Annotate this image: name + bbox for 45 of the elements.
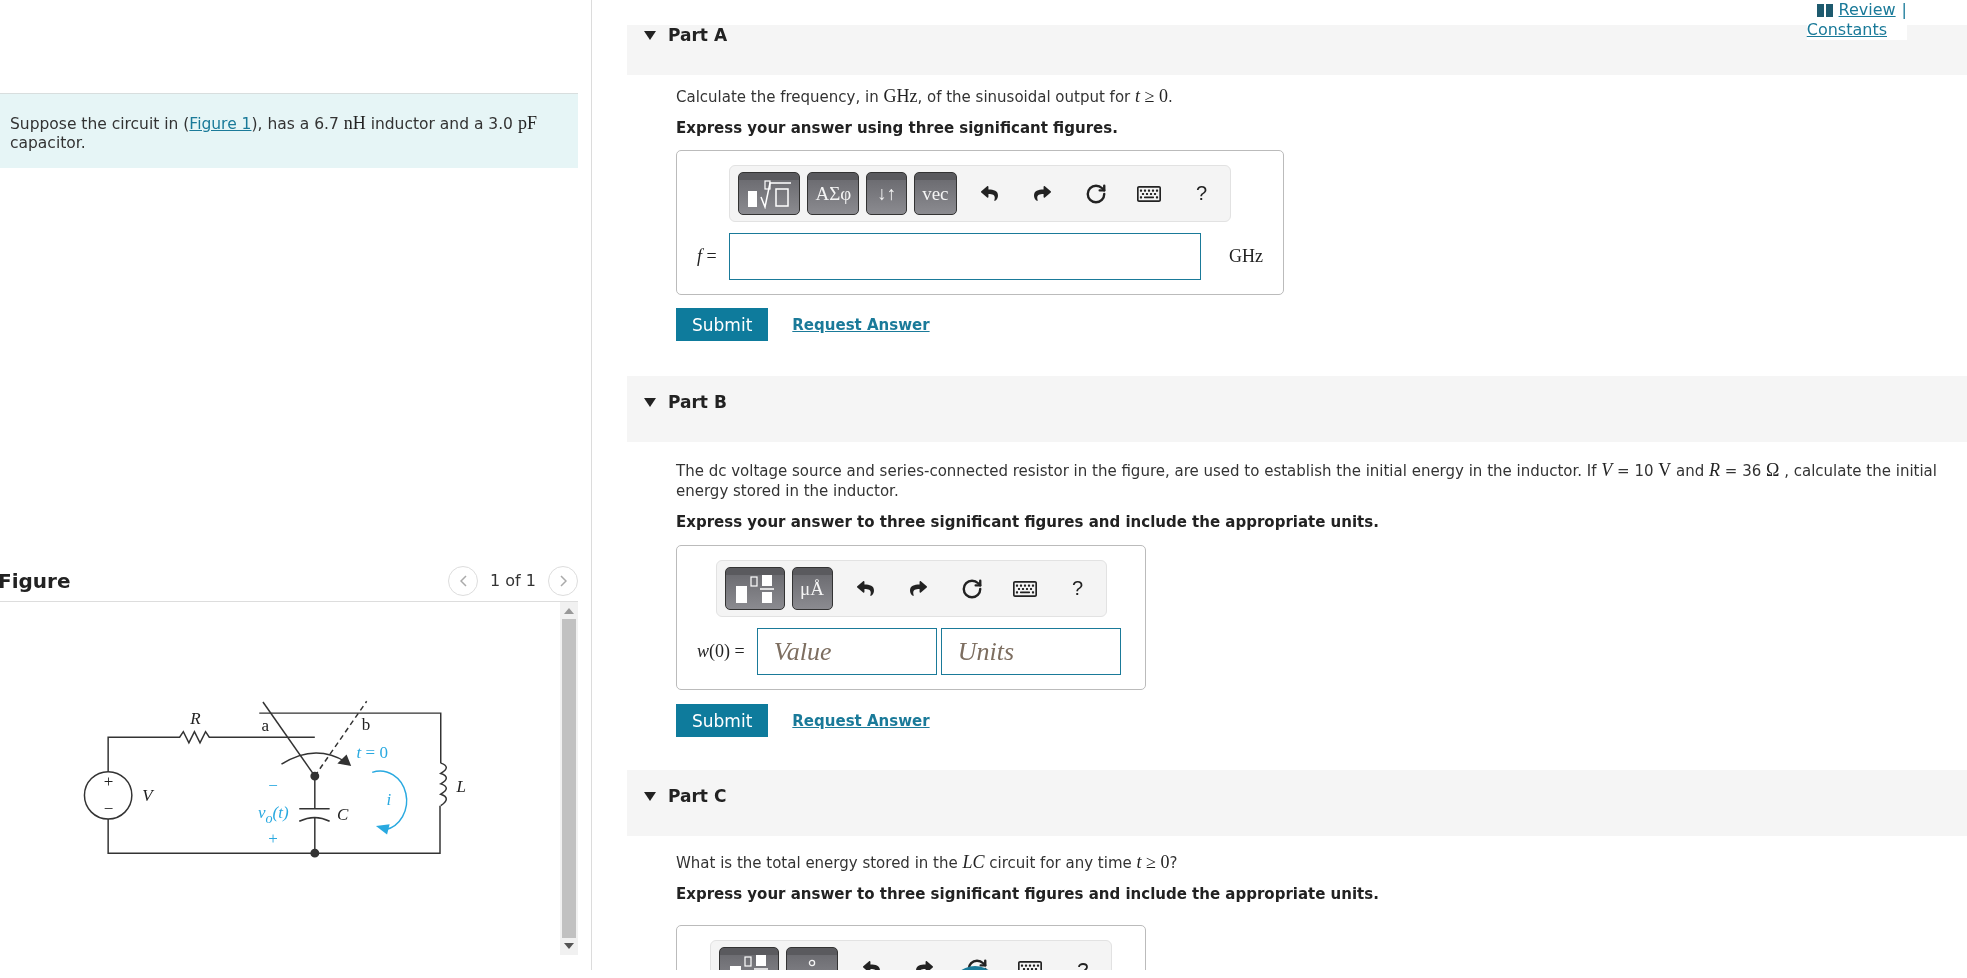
- instruction-text: Express your answer using three significant figures.: [676, 118, 1118, 139]
- unit-label: GHz: [1229, 246, 1263, 267]
- palette-button[interactable]: vec: [914, 172, 957, 215]
- question-text: Calculate the frequency, in GHz, of the sinusoidal output for t ≥ 0.: [676, 86, 1173, 107]
- instruction-text: Express your answer to three significant figures and include the appropriate units.: [676, 884, 1379, 905]
- circuit-label: +: [103, 771, 114, 792]
- part-title: Part C: [668, 786, 727, 806]
- part-header[interactable]: Part C: [627, 770, 1967, 836]
- circuit-label: i: [386, 790, 392, 811]
- part-header[interactable]: Part B: [627, 376, 1967, 442]
- figure-title: Figure: [0, 568, 71, 593]
- variable-label: w(0) =: [697, 641, 745, 662]
- problem-text: Suppose the circuit in (Figure 1), has a 6.7 nH inductor and a 3.0 pF capacitor.: [10, 114, 538, 153]
- request-answer-link[interactable]: Request Answer: [792, 315, 930, 334]
- answer-field[interactable]: Value: [756, 628, 937, 675]
- part-title: Part A: [668, 25, 728, 45]
- part-title: Part B: [668, 392, 727, 412]
- instruction-text: Express your answer to three significant figures and include the appropriate units.: [676, 512, 1379, 533]
- circuit-label: b: [361, 714, 371, 735]
- palette-button[interactable]: ΑΣφ: [807, 172, 860, 215]
- palette-button[interactable]: μÅ: [791, 567, 833, 610]
- submit-button[interactable]: Submit: [676, 704, 769, 737]
- question-text: The dc voltage source and series-connected resistor in the figure, are used to establish the initial energy in the inductor. If V = 10 V and R = 36 Ω , calculate the initial energy stored in the inductor.: [676, 460, 1938, 501]
- circuit-label: R: [190, 708, 201, 729]
- circuit-label: +: [268, 829, 278, 850]
- circuit-label: V: [142, 786, 153, 807]
- palette-button[interactable]: ↓↑: [866, 172, 908, 215]
- circuit-label: a: [261, 716, 269, 737]
- circuit-label: −: [103, 799, 114, 820]
- circuit-label: L: [456, 777, 466, 798]
- circuit-label: −: [268, 776, 278, 797]
- circuit-label: v$_{o}$(t): [258, 803, 289, 827]
- figure-link[interactable]: Figure 1: [189, 115, 252, 133]
- circuit-label: C: [336, 805, 349, 825]
- circuit-label: t = 0: [356, 743, 388, 764]
- question-text: What is the total energy stored in the LC circuit for any time t ≥ 0?: [676, 852, 1178, 873]
- review-link[interactable]: Review: [1838, 0, 1896, 20]
- units-field[interactable]: Units: [940, 628, 1121, 675]
- submit-button[interactable]: Submit: [676, 308, 769, 341]
- help-button[interactable]: ?: [1181, 173, 1222, 214]
- request-answer-link[interactable]: Request Answer: [792, 711, 930, 730]
- link-separator: |: [1901, 0, 1907, 20]
- page-counter: 1 of 1: [490, 571, 536, 590]
- help-button[interactable]: ?: [1057, 568, 1098, 609]
- variable-label: f =: [697, 246, 717, 267]
